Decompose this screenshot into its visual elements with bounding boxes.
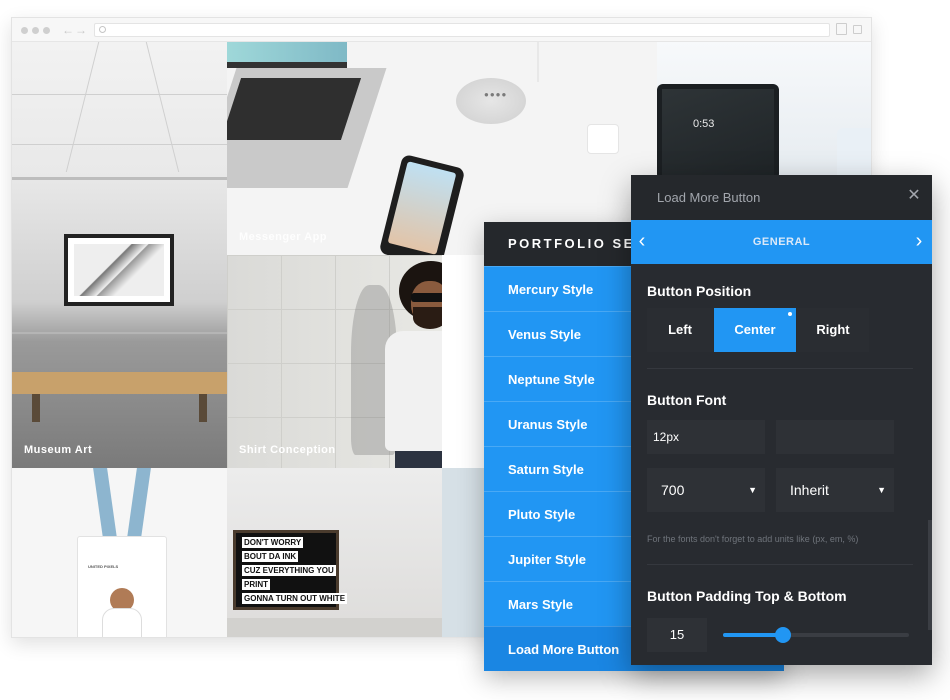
font-weight-value: 700 bbox=[661, 482, 685, 498]
font-weight-select[interactable]: 700 ▼ bbox=[647, 468, 765, 512]
model-image bbox=[385, 331, 442, 451]
position-center-label: Center bbox=[734, 322, 776, 337]
load-more-settings-panel: Load More Button ✕ GENERAL ‹ › Button Po… bbox=[631, 175, 932, 665]
search-icon bbox=[99, 26, 106, 33]
poster-line: BOUT DA INK bbox=[242, 551, 299, 562]
padding-slider-handle[interactable] bbox=[774, 627, 791, 643]
dropdown-arrow-icon: ▼ bbox=[748, 485, 757, 495]
chevron-left-icon[interactable]: ‹ bbox=[631, 230, 653, 254]
position-right-button[interactable]: Right bbox=[797, 308, 869, 352]
button-font-label: Button Font bbox=[647, 392, 727, 408]
settings-header: Load More Button ✕ bbox=[631, 175, 932, 220]
settings-scrollbar[interactable] bbox=[928, 520, 932, 630]
font-extra-input[interactable] bbox=[776, 420, 894, 454]
font-family-select[interactable]: Inherit ▼ bbox=[776, 468, 894, 512]
font-family-value: Inherit bbox=[790, 482, 829, 498]
tablet-clock: 0:53 bbox=[693, 118, 715, 130]
position-left-button[interactable]: Left bbox=[647, 308, 713, 352]
poster-image: DON'T WORRY BOUT DA INK CUZ EVERYTHING Y… bbox=[233, 530, 348, 610]
tile-caption: Shirt Conception bbox=[239, 444, 336, 456]
padding-value-input[interactable]: 15 bbox=[647, 618, 707, 652]
settings-title: Load More Button bbox=[657, 190, 761, 205]
padding-slider-track[interactable] bbox=[723, 633, 909, 637]
portfolio-tile-shirt-conception[interactable]: Shirt Conception bbox=[227, 255, 442, 468]
tab-general[interactable]: GENERAL bbox=[631, 220, 932, 264]
tabs-icon[interactable] bbox=[853, 25, 862, 34]
portfolio-tile-tablet[interactable]: 0:53 bbox=[657, 42, 871, 192]
tile-caption: Messenger App bbox=[239, 231, 328, 243]
portfolio-tile-poster[interactable]: DON'T WORRY BOUT DA INK CUZ EVERYTHING Y… bbox=[227, 468, 442, 637]
dropdown-arrow-icon: ▼ bbox=[877, 485, 886, 495]
browser-chrome: ← → bbox=[12, 18, 871, 42]
poster-line: GONNA TURN OUT WHITE bbox=[242, 593, 348, 604]
font-units-hint: For the fonts don't forget to add units … bbox=[647, 534, 859, 544]
settings-tab-bar: GENERAL ‹ › bbox=[631, 220, 932, 264]
window-maximize-dot[interactable] bbox=[43, 27, 50, 34]
button-position-label: Button Position bbox=[647, 283, 752, 299]
padding-slider-fill bbox=[723, 633, 783, 637]
window-minimize-dot[interactable] bbox=[32, 27, 39, 34]
share-icon[interactable] bbox=[836, 23, 847, 35]
window-close-dot[interactable] bbox=[21, 27, 28, 34]
poster-line: CUZ EVERYTHING YOU bbox=[242, 565, 336, 576]
button-padding-label: Button Padding Top & Bottom bbox=[647, 588, 847, 604]
smart-speaker-image bbox=[456, 78, 526, 124]
poster-line: PRINT bbox=[242, 579, 270, 590]
address-bar[interactable] bbox=[94, 23, 830, 37]
position-center-button[interactable]: Center bbox=[714, 308, 796, 352]
close-icon[interactable]: ✕ bbox=[904, 186, 924, 206]
museum-bench bbox=[12, 372, 227, 394]
museum-artwork bbox=[64, 234, 174, 306]
forward-arrow-icon[interactable]: → bbox=[75, 22, 87, 38]
badge-text: UNITED PIXELS bbox=[88, 564, 119, 569]
chevron-right-icon[interactable]: › bbox=[908, 230, 930, 254]
portfolio-tile-badge[interactable]: UNITED PIXELS bbox=[12, 468, 227, 637]
tile-caption: Museum Art bbox=[24, 444, 93, 456]
selected-indicator-icon bbox=[788, 312, 792, 316]
poster-line: DON'T WORRY bbox=[242, 537, 304, 548]
back-arrow-icon[interactable]: ← bbox=[62, 22, 74, 38]
portfolio-tile-museum-art[interactable]: Museum Art bbox=[12, 42, 227, 468]
font-size-input[interactable]: 12px bbox=[647, 420, 765, 454]
settings-body: Button Position Left Center Right Button… bbox=[631, 264, 932, 665]
